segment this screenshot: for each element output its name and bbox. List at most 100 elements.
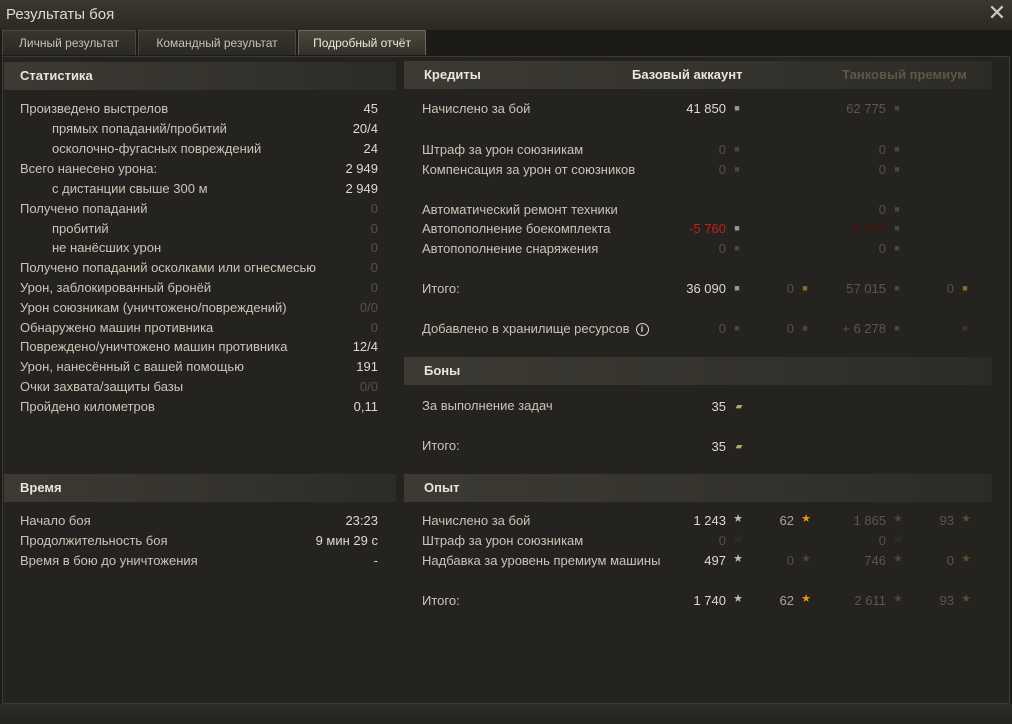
stat-value: 2 949	[345, 181, 378, 196]
stat-label: Всего нанесено урона:	[20, 161, 158, 176]
stat-value: 0/0	[359, 300, 378, 315]
stat-label: Обнаружено машин противника	[20, 320, 214, 335]
stat-value: 0,11	[353, 399, 378, 414]
stat-value: 0	[370, 221, 378, 236]
credits-premium-value: 0	[878, 202, 886, 217]
title-bar: Результаты боя ✕	[0, 0, 1012, 30]
stat-value: 12/4	[352, 339, 378, 354]
bonds-header: Боны	[404, 357, 992, 385]
xp-star-icon: ★	[893, 593, 903, 605]
credits-label: Автоматический ремонт техники	[422, 202, 618, 217]
credits-base-value: 0	[718, 142, 726, 157]
credit-icon: ■	[734, 103, 740, 113]
stat-label: Урон, заблокированный бронёй	[20, 280, 212, 295]
xp-star-icon: ☆	[733, 533, 743, 545]
bonds-header-label: Боны	[424, 363, 461, 378]
xp-base-value: 0	[718, 533, 726, 548]
time-value: 9 мин 29 с	[315, 533, 378, 548]
premium-account-column-label: Танковый премиум	[842, 67, 967, 82]
free-xp-premium-value: 0	[946, 553, 954, 568]
stat-label: пробитий	[52, 221, 109, 236]
storage-premium-value: + 6 278	[842, 321, 886, 336]
credits-premium-value: -5 760	[849, 221, 886, 236]
gold-icon: ■	[962, 283, 968, 293]
time-value: -	[373, 553, 378, 568]
credits-premium-value: 0	[878, 241, 886, 256]
credit-icon: ■	[734, 164, 740, 174]
xp-star-icon: ★	[893, 513, 903, 525]
credit-icon: ■	[894, 243, 900, 253]
credits-label: Штраф за урон союзникам	[422, 142, 584, 157]
time-header-label: Время	[20, 480, 62, 495]
credit-icon: ■	[894, 103, 900, 113]
tab-team-result[interactable]: Командный результат	[138, 30, 296, 55]
stat-value: 45	[363, 101, 378, 116]
xp-premium-value: 746	[864, 553, 886, 568]
stat-label: Повреждено/уничтожено машин противника	[20, 339, 288, 354]
xp-header: Опыт	[404, 474, 992, 502]
stat-label: Урон союзникам (уничтожено/повреждений)	[20, 300, 287, 315]
credit-icon: ■	[894, 204, 900, 214]
stat-value: 20/4	[352, 121, 378, 136]
tab-personal-result[interactable]: Личный результат	[2, 30, 136, 55]
credit-icon: ■	[894, 164, 900, 174]
gold-icon: ■	[962, 323, 968, 333]
stat-value: 0	[370, 201, 378, 216]
xp-label: Штраф за урон союзникам	[422, 533, 584, 548]
time-label: Продолжительность боя	[20, 533, 168, 548]
credits-label: Автопополнение снаряжения	[422, 241, 599, 256]
xp-label: Надбавка за уровень премиум машины	[422, 553, 661, 568]
xp-total-premium: 2 611	[854, 593, 886, 608]
stat-value: 2 949	[345, 161, 378, 176]
xp-header-label: Опыт	[424, 480, 460, 495]
stat-value: 0	[370, 240, 378, 255]
stat-value: 191	[356, 359, 378, 374]
free-xp-total-premium: 93	[939, 593, 954, 608]
credit-icon: ■	[734, 323, 740, 333]
credits-premium-value: 0	[878, 142, 886, 157]
free-xp-premium-value: 93	[939, 513, 954, 528]
credits-total-premium: 57 015	[846, 281, 886, 296]
xp-total-label: Итого:	[422, 593, 460, 608]
bond-icon: ▰	[735, 441, 743, 451]
time-label: Время в бою до уничтожения	[20, 553, 198, 568]
tab-detailed-report[interactable]: Подробный отчёт	[298, 30, 426, 55]
credits-label: Автопополнение боекомплекта	[422, 221, 611, 236]
credits-label: Компенсация за урон от союзников	[422, 162, 636, 177]
credits-label: Начислено за бой	[422, 101, 531, 116]
stat-label: Пройдено километров	[20, 399, 155, 414]
credits-premium-value: 62 775	[846, 101, 886, 116]
stat-label: Произведено выстрелов	[20, 101, 169, 116]
credit-icon: ■	[734, 283, 740, 293]
stat-label: прямых попаданий/пробитий	[52, 121, 227, 136]
close-icon[interactable]: ✕	[986, 2, 1008, 24]
credits-base-value: 0	[718, 241, 726, 256]
credits-total-label: Итого:	[422, 281, 460, 296]
time-label: Начало боя	[20, 513, 91, 528]
storage-base-value: 0	[718, 321, 726, 336]
credits-header-label: Кредиты	[424, 67, 481, 82]
bonds-label: Итого:	[422, 438, 460, 453]
stat-label: Урон, нанесённый с вашей помощью	[20, 359, 244, 374]
credits-header: Кредиты Базовый аккаунт Танковый премиум	[404, 61, 992, 89]
credit-icon: ■	[734, 223, 740, 233]
credits-total-base: 36 090	[686, 281, 726, 296]
base-account-column-label: Базовый аккаунт	[632, 67, 743, 82]
bonds-value: 35	[711, 439, 726, 454]
credit-icon: ■	[894, 283, 900, 293]
credits-base-value: 0	[718, 162, 726, 177]
stat-value: 0	[370, 280, 378, 295]
bonds-label: За выполнение задач	[422, 398, 553, 413]
free-xp-star-icon: ★	[961, 513, 971, 525]
credit-icon: ■	[894, 144, 900, 154]
bonds-value: 35	[711, 399, 726, 414]
credits-premium-value: 0	[878, 162, 886, 177]
tab-bar: Личный результат Командный результат Под…	[0, 30, 1012, 56]
xp-premium-value: 1 865	[853, 513, 886, 528]
stat-label: Получено попаданий осколками или огнесме…	[20, 260, 316, 275]
xp-premium-value: 0	[878, 533, 886, 548]
stat-value: 0	[370, 260, 378, 275]
xp-base-value: 497	[704, 553, 726, 568]
gold-total-premium: 0	[946, 281, 954, 296]
stat-label: осколочно-фугасных повреждений	[52, 141, 262, 156]
